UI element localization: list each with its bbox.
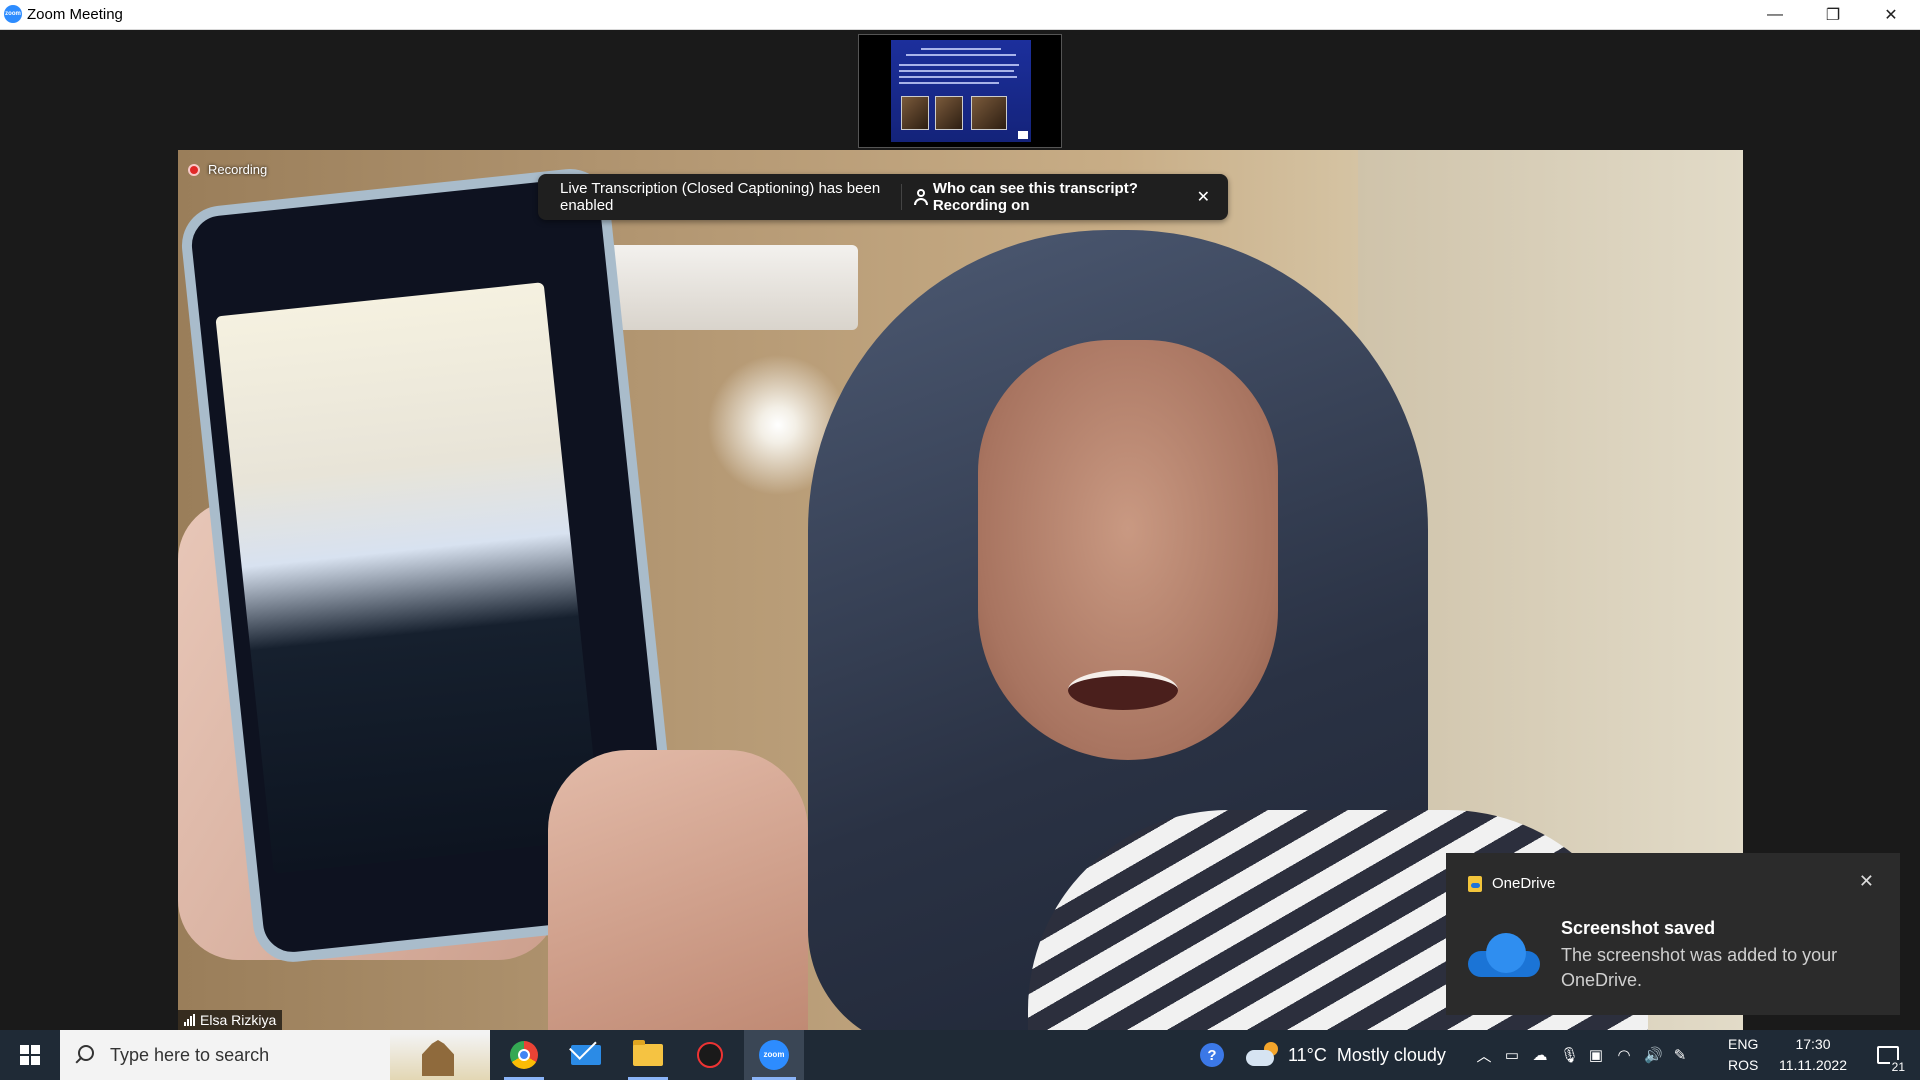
- record-dot-icon: [188, 163, 200, 176]
- minimize-button[interactable]: —: [1746, 0, 1804, 29]
- zoom-icon: zoom: [759, 1040, 789, 1070]
- weather-condition: Mostly cloudy: [1336, 1044, 1446, 1065]
- security-app-icon: [697, 1042, 723, 1068]
- file-explorer-icon: [633, 1040, 663, 1066]
- partly-cloudy-icon: [1246, 1042, 1278, 1066]
- windows-logo-icon: [20, 1045, 40, 1065]
- wifi-icon[interactable]: ◠: [1616, 1046, 1632, 1064]
- toast-app-header: OneDrive: [1468, 875, 1555, 892]
- recording-label: Recording: [208, 162, 268, 177]
- transcription-banner: Live Transcription (Closed Captioning) h…: [538, 174, 1228, 220]
- banner-link-text: Who can see this transcript? Recording o…: [932, 180, 1138, 214]
- onedrive-cloud-icon: [1468, 933, 1540, 977]
- onedrive-notification[interactable]: OneDrive ✕ Screenshot saved The screensh…: [1446, 853, 1900, 1015]
- pen-icon[interactable]: ✎: [1672, 1046, 1688, 1064]
- connection-signal-icon: [184, 1014, 195, 1026]
- banner-close-icon[interactable]: ✕: [1197, 187, 1210, 207]
- recording-indicator: Recording: [188, 162, 267, 177]
- help-icon: ?: [1200, 1043, 1224, 1067]
- weather-temp: 11°C: [1288, 1044, 1327, 1065]
- volume-icon[interactable]: 🔊: [1644, 1046, 1663, 1064]
- maximize-button[interactable]: ❐: [1804, 0, 1862, 29]
- microphone-icon[interactable]: 🎙: [1560, 1046, 1579, 1064]
- close-button[interactable]: ✕: [1862, 0, 1920, 29]
- taskbar-mail[interactable]: [558, 1030, 614, 1080]
- start-button[interactable]: [0, 1030, 60, 1080]
- system-tray: ︿ ▭ ☁ 🎙 ▣ ◠ 🔊 ✎: [1476, 1030, 1688, 1080]
- search-icon: [78, 1045, 94, 1061]
- toast-close-icon[interactable]: ✕: [1859, 871, 1874, 892]
- clock-time: 17:30: [1795, 1036, 1831, 1052]
- transcript-visibility-link[interactable]: Who can see this transcript? Recording o…: [913, 180, 1197, 214]
- notification-center-button[interactable]: 21: [1866, 1030, 1910, 1080]
- clock-date: 11.11.2022: [1779, 1057, 1847, 1073]
- onedrive-sync-icon[interactable]: ☁: [1532, 1046, 1548, 1064]
- search-placeholder: Type here to search: [110, 1044, 270, 1065]
- banner-message: Live Transcription (Closed Captioning) h…: [560, 180, 881, 214]
- shared-screen-thumbnail[interactable]: [858, 34, 1062, 148]
- keyboard-layout: ROS: [1728, 1057, 1759, 1073]
- taskbar-zoom[interactable]: zoom: [744, 1030, 804, 1080]
- notification-count: 21: [1889, 1060, 1907, 1074]
- meet-now-icon[interactable]: ▭: [1504, 1046, 1520, 1064]
- display-icon[interactable]: ▣: [1588, 1046, 1604, 1064]
- person-icon: [913, 189, 928, 205]
- weather-widget[interactable]: 11°C Mostly cloudy: [1246, 1030, 1446, 1080]
- window-title-bar: zoom Zoom Meeting — ❐ ✕: [0, 0, 1920, 30]
- taskbar-chrome[interactable]: [496, 1030, 552, 1080]
- air-conditioner: [588, 245, 858, 330]
- search-highlight-illustration: [390, 1034, 490, 1080]
- toast-app-name: OneDrive: [1492, 875, 1556, 892]
- taskbar-search-box[interactable]: Type here to search: [60, 1030, 490, 1080]
- onedrive-small-icon: [1468, 875, 1482, 892]
- taskbar-file-explorer[interactable]: [620, 1030, 676, 1080]
- taskbar-clock[interactable]: 17:30 11.11.2022: [1776, 1030, 1850, 1080]
- participant-name: Elsa Rizkiya: [200, 1012, 277, 1028]
- help-tray-button[interactable]: ?: [1200, 1030, 1230, 1080]
- participant-name-tag: Elsa Rizkiya: [178, 1010, 283, 1030]
- windows-taskbar: Type here to search zoom ? 11°C Mostly c…: [0, 1030, 1920, 1080]
- zoom-app-icon: zoom: [4, 5, 22, 23]
- mail-icon: [571, 1045, 601, 1065]
- taskbar-security-app[interactable]: [682, 1030, 738, 1080]
- window-title: Zoom Meeting: [27, 6, 123, 23]
- chrome-icon: [510, 1041, 538, 1069]
- language-code: ENG: [1728, 1036, 1759, 1052]
- slide-preview: [891, 40, 1031, 142]
- toast-title: Screenshot saved: [1561, 918, 1716, 938]
- chevron-up-icon[interactable]: ︿: [1476, 1045, 1492, 1066]
- input-language[interactable]: ENG ROS: [1728, 1030, 1758, 1080]
- toast-body: The screenshot was added to your OneDriv…: [1561, 945, 1838, 990]
- notification-icon: 21: [1877, 1046, 1907, 1074]
